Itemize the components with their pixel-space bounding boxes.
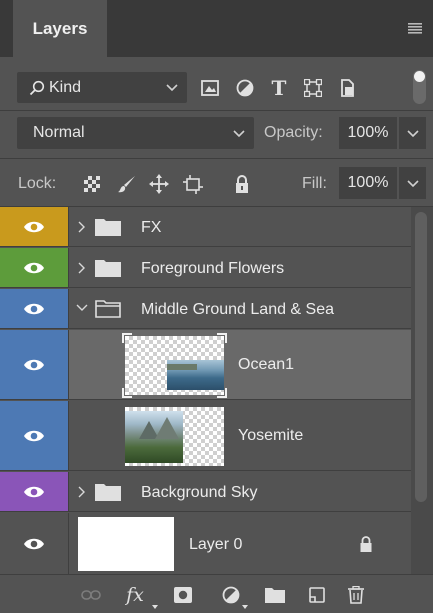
new-group-icon[interactable] [264, 585, 286, 605]
submenu-arrow-icon [152, 605, 158, 609]
visibility-toggle[interactable] [0, 513, 69, 574]
opacity-slider-toggle[interactable] [399, 117, 426, 149]
lock-icon[interactable] [231, 173, 253, 195]
kind-filter-label: Kind [49, 78, 82, 96]
layer-row-yosemite[interactable]: Yosemite [0, 401, 411, 471]
shape-layer-filter-icon[interactable] [302, 78, 324, 98]
scrollbar-thumb[interactable] [415, 212, 427, 502]
add-mask-icon[interactable] [172, 585, 194, 605]
eye-icon [24, 486, 44, 497]
chevron-down-icon[interactable] [75, 303, 89, 313]
selection-corner [122, 388, 132, 398]
layer-name: Foreground Flowers [141, 260, 285, 277]
folder-icon [95, 219, 121, 236]
search-icon [29, 80, 45, 96]
chevron-down-icon [165, 81, 179, 93]
divider [0, 158, 433, 159]
layer-name: Background Sky [141, 484, 258, 501]
opacity-label: Opacity: [264, 124, 323, 141]
layer-name: FX [141, 219, 162, 236]
pixel-layer-filter-icon[interactable] [199, 78, 221, 98]
eye-icon [24, 538, 44, 549]
chevron-right-icon[interactable] [77, 261, 87, 275]
opacity-input[interactable]: 100% [339, 117, 397, 149]
delete-layer-icon[interactable] [345, 585, 367, 605]
chevron-down-icon [232, 127, 246, 139]
layer-row-fx[interactable]: FX [0, 207, 411, 247]
folder-icon [95, 260, 121, 277]
brush-icon[interactable] [116, 173, 138, 195]
layer-name: Layer 0 [189, 536, 243, 553]
blend-mode-label: Normal [33, 124, 85, 141]
adjustment-layer-filter-icon[interactable] [234, 78, 256, 98]
layer-style-fx-icon[interactable]: fx [124, 585, 146, 605]
layer-filter-row: Kind T [0, 65, 433, 109]
layers-bottom-toolbar: fx [0, 574, 433, 613]
eye-icon [24, 221, 44, 232]
eye-icon [24, 303, 44, 314]
link-layers-icon[interactable] [80, 585, 102, 605]
visibility-toggle[interactable] [0, 248, 69, 287]
layer-row-ocean1[interactable]: Ocean1 [0, 330, 411, 400]
panel-menu-icon[interactable] [408, 23, 422, 34]
visibility-toggle[interactable] [0, 330, 69, 399]
smart-object-filter-icon[interactable] [336, 78, 358, 98]
lock-label: Lock: [18, 175, 57, 192]
layer-row-layer-0[interactable]: Layer 0 [0, 513, 411, 574]
chevron-right-icon[interactable] [77, 220, 87, 234]
layers-scrollbar[interactable] [411, 207, 433, 574]
move-icon[interactable] [148, 173, 170, 195]
chevron-down-icon [406, 130, 419, 138]
filter-toggle-switch[interactable] [413, 70, 426, 104]
layer-row-foreground-flowers[interactable]: Foreground Flowers [0, 248, 411, 288]
folder-open-icon [95, 300, 121, 318]
selection-corner [217, 333, 227, 343]
artboard-icon[interactable] [182, 173, 204, 195]
eye-icon [24, 359, 44, 370]
chevron-down-icon [406, 180, 419, 188]
layer-row-middle-ground[interactable]: Middle Ground Land & Sea [0, 289, 411, 329]
fill-slider-toggle[interactable] [399, 167, 426, 199]
layers-list: FX Foreground Flowers Middle Ground Land… [0, 207, 411, 574]
mountain-shape [155, 417, 179, 439]
layer-thumbnail [125, 336, 224, 395]
layer-name: Yosemite [238, 427, 304, 444]
layer-row-background-sky[interactable]: Background Sky [0, 472, 411, 512]
fill-input[interactable]: 100% [339, 167, 397, 199]
chevron-right-icon[interactable] [77, 485, 87, 499]
visibility-toggle[interactable] [0, 207, 69, 246]
fill-label: Fill: [302, 175, 327, 192]
visibility-toggle[interactable] [0, 401, 69, 470]
layer-name: Middle Ground Land & Sea [141, 301, 335, 318]
eye-icon [24, 262, 44, 273]
shore-image [167, 364, 197, 370]
selection-corner [217, 388, 227, 398]
selection-corner [122, 333, 132, 343]
adjustment-layer-icon[interactable] [220, 585, 242, 605]
divider [0, 110, 433, 111]
layer-thumbnail [125, 407, 224, 466]
folder-icon [95, 484, 121, 501]
visibility-toggle[interactable] [0, 289, 69, 328]
layer-name: Ocean1 [238, 356, 295, 373]
kind-filter-select[interactable]: Kind [17, 72, 187, 103]
lock-transparent-pixels-icon[interactable] [81, 173, 103, 195]
new-layer-icon[interactable] [306, 585, 328, 605]
submenu-arrow-icon [242, 605, 248, 609]
visibility-toggle[interactable] [0, 472, 69, 511]
type-layer-filter-icon[interactable]: T [268, 78, 290, 98]
layer-thumbnail [78, 517, 174, 571]
eye-icon [24, 430, 44, 441]
tab-layers[interactable]: Layers [13, 0, 107, 57]
panel-tab-bar: Layers [0, 0, 433, 57]
lock-icon [360, 536, 372, 552]
blend-mode-select[interactable]: Normal [17, 117, 254, 149]
